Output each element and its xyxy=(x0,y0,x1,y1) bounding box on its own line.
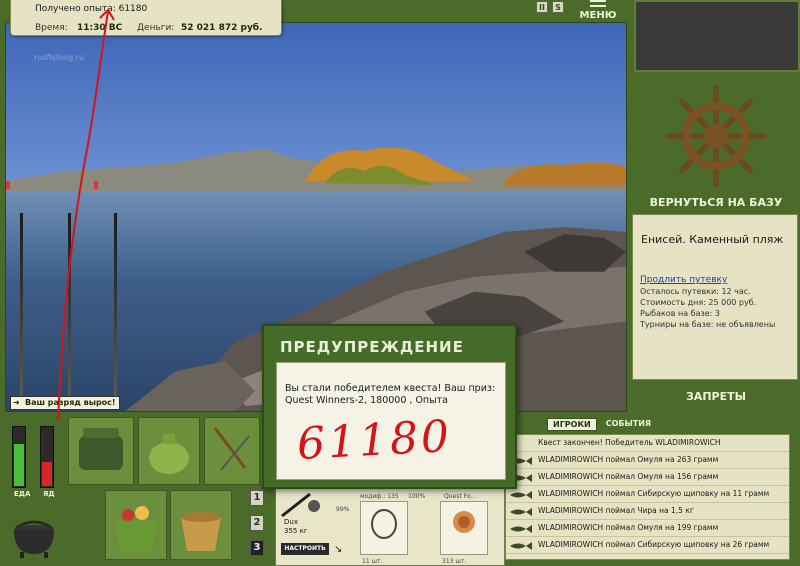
red-arrow-annotation xyxy=(57,8,115,421)
